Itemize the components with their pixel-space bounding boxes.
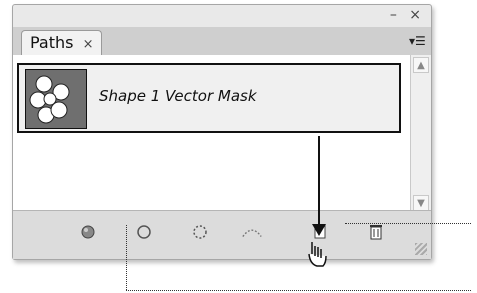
pointer-arrowhead: [312, 224, 326, 236]
callout-line-top: [345, 223, 471, 224]
tab-close-icon[interactable]: ×: [83, 37, 94, 52]
panel-tabstrip: Paths × ▾☰: [13, 27, 431, 56]
load-path-as-selection-icon[interactable]: [189, 221, 211, 243]
hand-cursor-icon: [304, 240, 328, 268]
make-work-path-from-selection-icon[interactable]: [241, 221, 263, 243]
window-controls[interactable]: – ×: [390, 7, 425, 23]
paths-panel: – × Paths × ▾☰ Shape 1 Vector Mask ▲ ▼: [12, 4, 432, 260]
path-row-shape-1-vector-mask[interactable]: Shape 1 Vector Mask: [17, 63, 401, 133]
fill-path-with-foreground-color-icon[interactable]: [77, 221, 99, 243]
scroll-up-icon[interactable]: ▲: [413, 57, 429, 73]
panel-footer-toolbar: [13, 210, 431, 259]
vector-mask-thumbnail: [25, 69, 87, 129]
tab-paths[interactable]: Paths ×: [21, 30, 103, 55]
path-name: Shape 1 Vector Mask: [99, 87, 257, 105]
delete-path-icon[interactable]: [365, 221, 387, 243]
scroll-down-icon[interactable]: ▼: [413, 195, 429, 211]
stroke-path-with-brush-icon[interactable]: [133, 221, 155, 243]
vertical-scrollbar[interactable]: ▲ ▼: [410, 55, 431, 213]
tab-paths-label: Paths: [30, 33, 74, 52]
pointer-arrow: [318, 136, 320, 230]
panel-menu-icon[interactable]: ▾☰: [409, 33, 426, 49]
paths-list: Shape 1 Vector Mask: [13, 55, 412, 213]
callout-line-bottom: [126, 290, 471, 291]
flower-shape-icon: [26, 70, 86, 128]
callout-line-vertical: [126, 225, 127, 290]
resize-grip-icon[interactable]: [415, 243, 427, 255]
